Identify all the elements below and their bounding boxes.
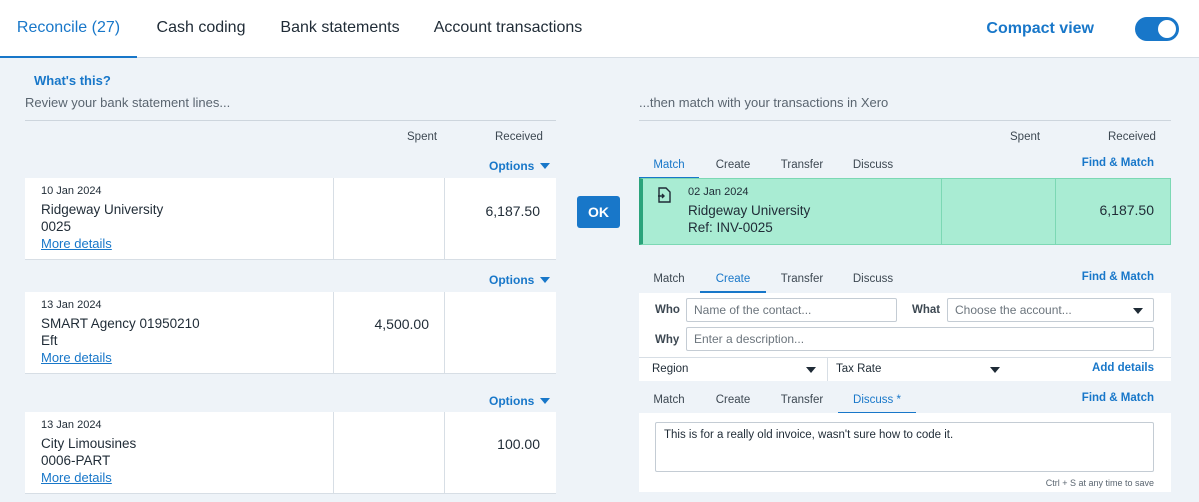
statement-date: 13 Jan 2024: [41, 419, 102, 431]
statement-spent: 4,500.00: [374, 316, 430, 332]
chevron-down-icon: [540, 398, 551, 404]
options-button[interactable]: Options: [489, 159, 551, 173]
action-tabs: Match Create Transfer Discuss Find & Mat…: [639, 157, 1171, 179]
matched-transaction[interactable]: 02 Jan 2024 Ridgeway University Ref: INV…: [639, 178, 1171, 245]
tab-reconcile[interactable]: Reconcile (27): [0, 0, 137, 58]
discuss-textarea[interactable]: This is for a really old invoice, wasn't…: [655, 422, 1154, 472]
match-reference: Ref: INV-0025: [688, 220, 773, 235]
chevron-down-icon: [1133, 308, 1143, 314]
tab-account-transactions[interactable]: Account transactions: [424, 0, 592, 58]
why-input[interactable]: Enter a description...: [686, 327, 1154, 351]
tab-create[interactable]: Create: [709, 157, 757, 179]
tab-create[interactable]: Create: [700, 271, 766, 293]
what-label: What: [912, 304, 941, 316]
who-label: Who: [655, 304, 680, 316]
more-details-link[interactable]: More details: [41, 235, 163, 253]
ok-button[interactable]: OK: [577, 196, 620, 228]
statement-line: 10 Jan 2024 Ridgeway University 0025 Mor…: [25, 178, 556, 260]
add-details-link[interactable]: Add details: [1092, 362, 1154, 374]
right-col-spent: Spent: [1010, 131, 1041, 143]
what-select[interactable]: Choose the account...: [947, 298, 1154, 322]
tab-bank-statements[interactable]: Bank statements: [270, 0, 410, 58]
chevron-down-icon: [540, 277, 551, 283]
create-panel: Who Name of the contact... What Choose t…: [639, 293, 1171, 381]
statement-date: 10 Jan 2024: [41, 185, 102, 197]
options-button[interactable]: Options: [489, 394, 551, 408]
tab-create[interactable]: Create: [709, 392, 757, 414]
statement-received: 6,187.50: [485, 203, 541, 219]
match-received: 6,187.50: [1099, 202, 1155, 218]
tax-rate-select[interactable]: Tax Rate: [836, 363, 881, 375]
tab-match[interactable]: Match: [639, 392, 699, 414]
more-details-link[interactable]: More details: [41, 349, 200, 367]
options-button[interactable]: Options: [489, 273, 551, 287]
right-heading: ...then match with your transactions in …: [639, 95, 889, 110]
action-tabs: Match Create Transfer Discuss Find & Mat…: [639, 271, 1171, 293]
who-input[interactable]: Name of the contact...: [686, 298, 897, 322]
region-select[interactable]: Region: [652, 363, 688, 375]
find-match-link[interactable]: Find & Match: [1082, 392, 1154, 404]
tab-cash-coding[interactable]: Cash coding: [143, 0, 259, 58]
statement-payee: SMART Agency 01950210: [41, 316, 200, 331]
save-hint: Ctrl + S at any time to save: [1045, 478, 1154, 488]
compact-view-label: Compact view: [986, 20, 1094, 37]
tab-discuss[interactable]: Discuss: [847, 271, 899, 293]
action-tabs: Match Create Transfer Discuss * Find & M…: [639, 392, 1171, 414]
discuss-panel: This is for a really old invoice, wasn't…: [639, 413, 1171, 492]
statement-payee: Ridgeway University: [41, 202, 164, 217]
chevron-down-icon: [990, 367, 1000, 373]
statement-date: 13 Jan 2024: [41, 299, 102, 311]
tab-discuss[interactable]: Discuss *: [838, 392, 916, 414]
statement-payee: City Limousines: [41, 436, 137, 451]
find-match-link[interactable]: Find & Match: [1082, 157, 1154, 169]
right-divider: [639, 120, 1171, 121]
statement-line: 13 Jan 2024 City Limousines 0006-PART Mo…: [25, 412, 556, 494]
find-match-link[interactable]: Find & Match: [1082, 271, 1154, 283]
toggle-knob: [1158, 20, 1176, 38]
right-col-received: Received: [1108, 131, 1156, 143]
statement-reference: 0025: [41, 219, 72, 234]
tab-transfer[interactable]: Transfer: [775, 392, 829, 414]
statement-received: 100.00: [497, 436, 540, 452]
tab-discuss[interactable]: Discuss: [847, 157, 899, 179]
tab-transfer[interactable]: Transfer: [775, 157, 829, 179]
statement-line: 13 Jan 2024 SMART Agency 01950210 Eft Mo…: [25, 292, 556, 374]
document-icon: [658, 187, 671, 203]
more-details-link[interactable]: More details: [41, 469, 136, 487]
why-label: Why: [655, 334, 680, 346]
chevron-down-icon: [540, 163, 551, 169]
top-nav: Reconcile (27) Cash coding Bank statemen…: [0, 0, 1199, 58]
left-col-spent: Spent: [407, 131, 438, 143]
statement-reference: Eft: [41, 333, 58, 348]
left-col-received: Received: [495, 131, 543, 143]
left-divider: [25, 120, 556, 121]
tab-match[interactable]: Match: [639, 157, 699, 179]
statement-reference: 0006-PART: [41, 453, 111, 468]
tab-transfer[interactable]: Transfer: [775, 271, 829, 293]
compact-view-toggle[interactable]: [1135, 17, 1179, 41]
left-heading: Review your bank statement lines...: [25, 95, 231, 110]
match-contact: Ridgeway University: [688, 203, 811, 218]
match-date: 02 Jan 2024: [688, 186, 749, 198]
tab-match[interactable]: Match: [639, 271, 699, 293]
whats-this-link[interactable]: What's this?: [34, 73, 111, 88]
chevron-down-icon: [806, 367, 816, 373]
